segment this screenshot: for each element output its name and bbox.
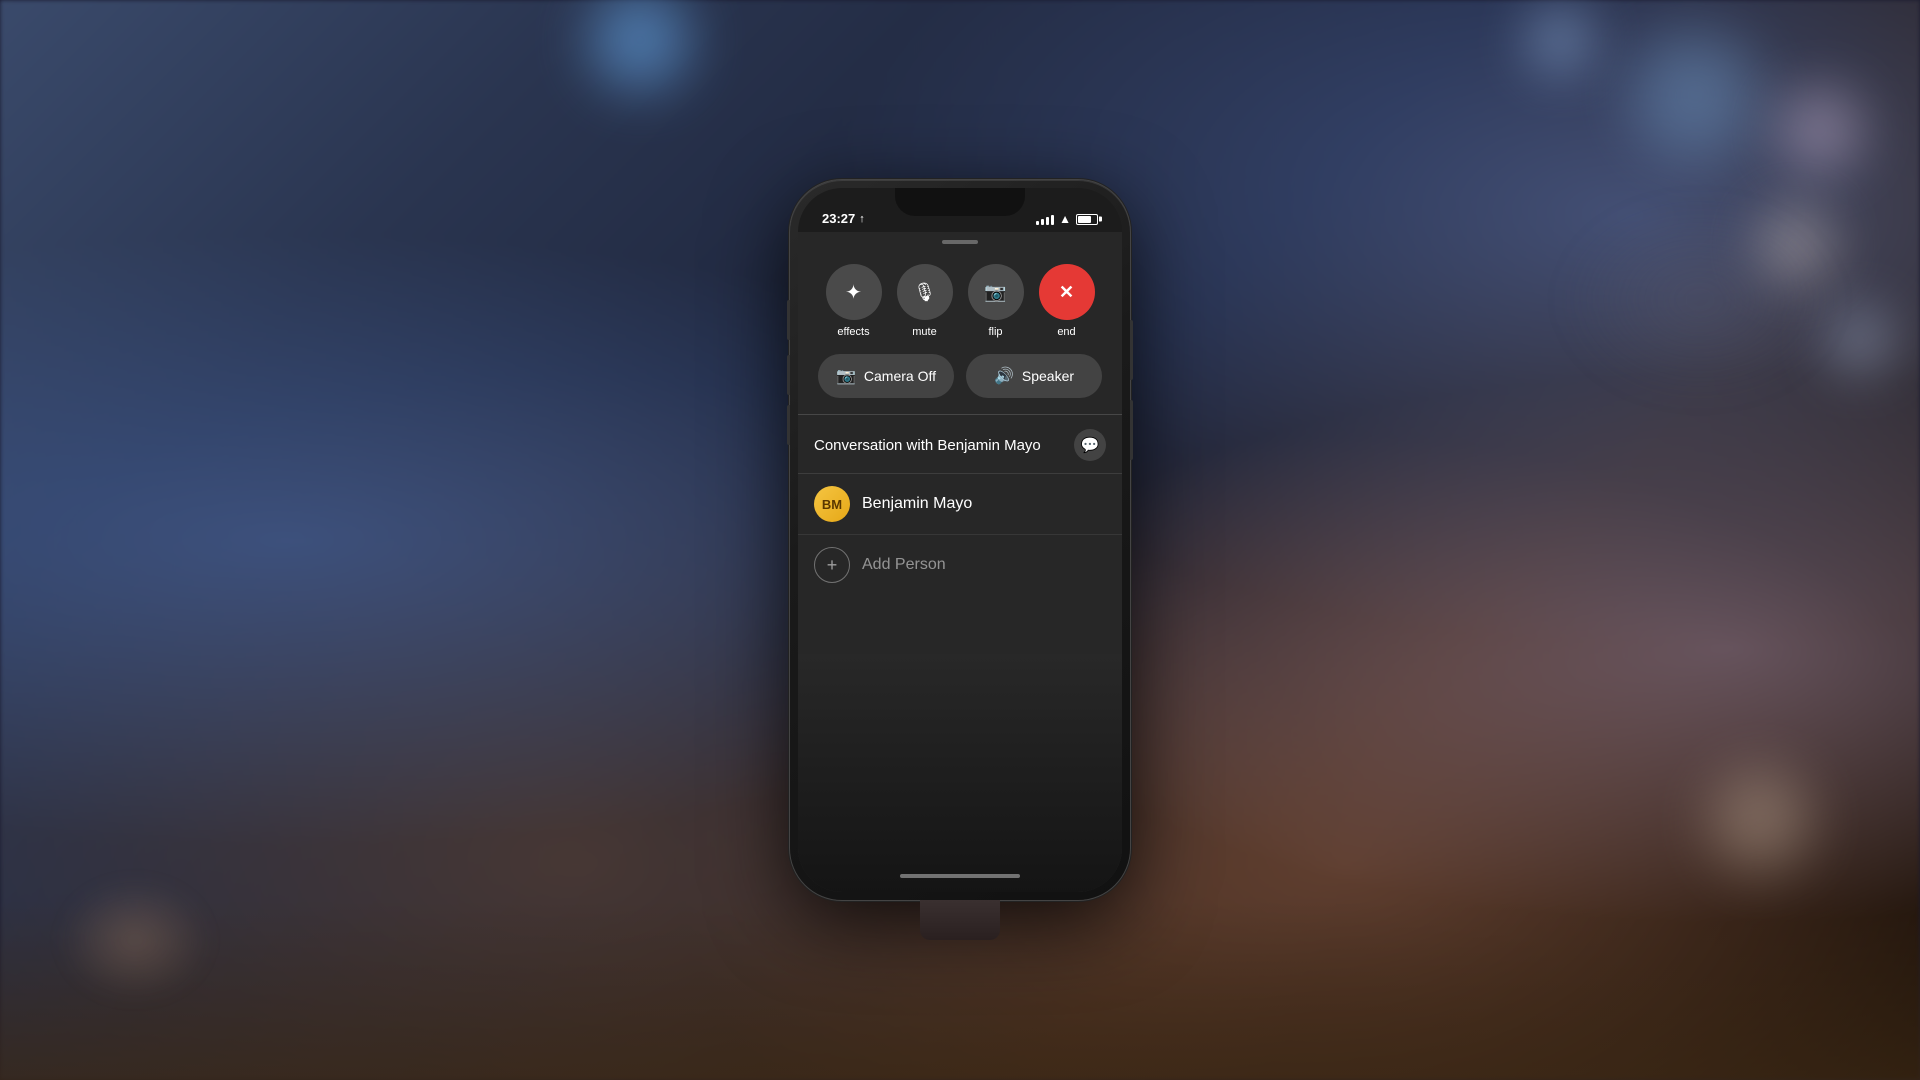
battery-icon: [1076, 214, 1098, 225]
status-time: 23:27 ↑: [822, 211, 865, 226]
bokeh-decoration: [1770, 80, 1870, 180]
phone-device: 23:27 ↑ ▲: [790, 180, 1130, 900]
conversation-header: Conversation with Benjamin Mayo 💬: [798, 415, 1122, 474]
end-call-button[interactable]: ✕ end: [1039, 264, 1095, 338]
conversation-title: Conversation with Benjamin Mayo: [814, 437, 1041, 454]
add-person-label: Add Person: [862, 556, 946, 574]
camera-off-label: Camera Off: [864, 368, 936, 384]
signal-bar-1: [1036, 221, 1039, 225]
speaker-icon: 🔊: [994, 366, 1014, 386]
effects-icon: ✦: [845, 280, 862, 305]
status-icons: ▲: [1036, 212, 1098, 226]
scene: 23:27 ↑ ▲: [790, 180, 1130, 900]
signal-icon: [1036, 213, 1054, 225]
mute-circle: 🎙: [897, 264, 953, 320]
time-display: 23:27: [822, 211, 855, 226]
main-controls-row: ✦ effects 🎙 mute 📷: [818, 264, 1102, 338]
plus-icon: +: [827, 556, 838, 574]
wifi-icon: ▲: [1059, 212, 1071, 226]
battery-fill: [1078, 216, 1091, 223]
call-controls: ✦ effects 🎙 mute 📷: [798, 248, 1122, 414]
location-icon: ↑: [859, 213, 865, 225]
signal-bar-4: [1051, 215, 1054, 225]
end-circle: ✕: [1039, 264, 1095, 320]
phone-screen: 23:27 ↑ ▲: [798, 188, 1122, 892]
flip-label: flip: [988, 326, 1002, 338]
avatar-initials: BM: [822, 497, 842, 512]
speaker-button[interactable]: 🔊 Speaker: [966, 354, 1102, 398]
hand-hint: [60, 880, 210, 1000]
participant-name: Benjamin Mayo: [862, 495, 972, 513]
screen-content: ✦ effects 🎙 mute 📷: [798, 232, 1122, 892]
swipe-handle[interactable]: [942, 240, 978, 244]
avatar: BM: [814, 486, 850, 522]
bokeh-decoration: [1700, 760, 1820, 880]
mute-button[interactable]: 🎙 mute: [897, 264, 953, 338]
add-person-icon: +: [814, 547, 850, 583]
phone-stand: [920, 900, 1000, 940]
add-person-row[interactable]: + Add Person: [798, 535, 1122, 595]
effects-button[interactable]: ✦ effects: [826, 264, 882, 338]
end-label: end: [1057, 326, 1075, 338]
signal-bar-3: [1046, 217, 1049, 225]
shoe-hint: [1560, 200, 1840, 400]
bokeh-decoration: [1520, 0, 1600, 80]
flip-circle: 📷: [968, 264, 1024, 320]
wide-buttons-row: 📷 Camera Off 🔊 Speaker: [818, 354, 1102, 398]
camera-off-button[interactable]: 📷 Camera Off: [818, 354, 954, 398]
bottom-area: [798, 654, 1122, 893]
notch: [895, 188, 1025, 216]
effects-label: effects: [837, 326, 869, 338]
end-icon: ✕: [1059, 282, 1074, 303]
flip-icon: 📷: [984, 282, 1006, 303]
signal-bar-2: [1041, 219, 1044, 225]
bokeh-decoration: [1620, 20, 1770, 170]
conversation-section: Conversation with Benjamin Mayo 💬 BM Ben…: [798, 415, 1122, 654]
participant-row: BM Benjamin Mayo: [798, 474, 1122, 535]
effects-circle: ✦: [826, 264, 882, 320]
speaker-label: Speaker: [1022, 368, 1074, 384]
camera-off-icon: 📷: [836, 366, 856, 386]
message-icon-symbol: 💬: [1081, 436, 1100, 454]
home-indicator[interactable]: [900, 874, 1020, 878]
mute-label: mute: [912, 326, 936, 338]
message-button[interactable]: 💬: [1074, 429, 1106, 461]
flip-button[interactable]: 📷 flip: [968, 264, 1024, 338]
mute-icon: 🎙: [913, 282, 936, 303]
